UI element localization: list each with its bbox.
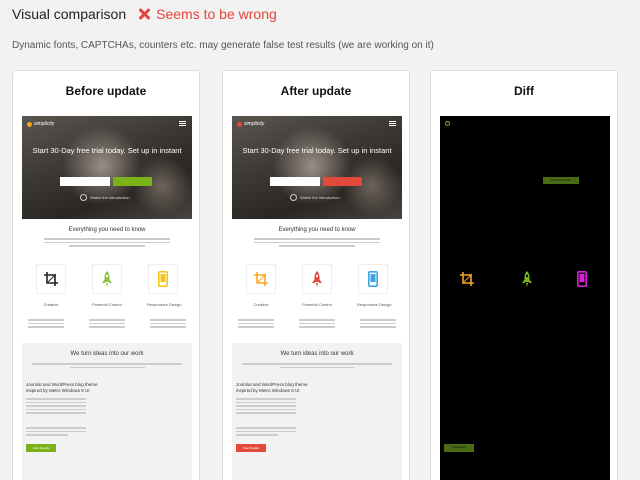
- feature-creative: Creative: [245, 264, 277, 307]
- cta-diff: Get Started today!: [543, 177, 579, 184]
- section-heading: Everything you need to know: [68, 227, 146, 233]
- hero-heading: Start 30-Day free trial today. Set up in…: [32, 146, 182, 155]
- rocket-icon: [302, 264, 332, 294]
- blog-title: Joomla! and WordPress blog theme inspired…: [26, 382, 98, 393]
- placeholder-text: [44, 238, 170, 249]
- rocket-icon: [520, 271, 534, 292]
- work-section: We turn ideas into our work Joomla! and …: [232, 343, 402, 480]
- panel-after: After update simplicity Start 30-Day fre…: [222, 70, 410, 480]
- screenshot-after[interactable]: simplicity Start 30-Day free trial today…: [232, 116, 402, 480]
- rocket-icon: [92, 264, 122, 294]
- screenshot-before[interactable]: simplicity Start 30-Day free trial today…: [22, 116, 192, 480]
- feature-responsive: Responsive Design: [357, 264, 391, 307]
- play-icon: [80, 194, 87, 201]
- crop-icon: [460, 272, 474, 291]
- panel-title: Before update: [65, 84, 147, 98]
- cta-button: [113, 177, 152, 186]
- comparison-header: Visual comparison Seems to be wrong: [12, 4, 277, 24]
- signup-form: [270, 177, 362, 186]
- hero-section: simplicity Start 30-Day free trial today…: [232, 116, 402, 219]
- hero-section: simplicity Start 30-Day free trial today…: [22, 116, 192, 219]
- status-badge: Seems to be wrong: [138, 6, 277, 22]
- page-title: Visual comparison: [12, 6, 127, 22]
- crop-icon: [246, 264, 276, 294]
- details-diff: View Details: [444, 444, 474, 452]
- phone-icon: [148, 264, 178, 294]
- email-field: [60, 177, 110, 186]
- phone-icon: [358, 264, 388, 294]
- play-icon: [290, 194, 297, 201]
- hero-heading: Start 30-Day free trial today. Set up in…: [242, 146, 392, 155]
- watch-link: Watch the introduction: [80, 194, 130, 201]
- site-logo: simplicity: [237, 121, 264, 127]
- feature-control: Powerful Control: [301, 264, 333, 307]
- signup-form: [60, 177, 152, 186]
- cta-button: [323, 177, 362, 186]
- watch-link: Watch the introduction: [290, 194, 340, 201]
- details-button: View Details: [26, 444, 56, 452]
- close-icon: [138, 8, 150, 20]
- menu-icon: [389, 121, 396, 126]
- disclaimer-note: Dynamic fonts, CAPTCHAs, counters etc. m…: [12, 40, 434, 51]
- email-field: [270, 177, 320, 186]
- feature-control: Powerful Control: [91, 264, 123, 307]
- logo-icon: [27, 121, 32, 127]
- work-section: We turn ideas into our work Joomla! and …: [22, 343, 192, 480]
- panel-diff: Diff Get Started today! View Details: [430, 70, 618, 480]
- screenshot-diff[interactable]: Get Started today! View Details: [440, 116, 610, 480]
- panel-before: Before update simplicity Start 30-Day fr…: [12, 70, 200, 480]
- logo-diff-icon: [445, 121, 450, 126]
- logo-icon: [237, 121, 242, 127]
- crop-icon: [36, 264, 66, 294]
- section-heading: We turn ideas into our work: [280, 351, 354, 357]
- blog-title: Joomla! and WordPress blog theme inspired…: [236, 382, 308, 393]
- site-logo: simplicity: [27, 121, 54, 127]
- status-text: Seems to be wrong: [156, 6, 277, 22]
- details-button: View Details: [236, 444, 266, 452]
- panel-title: Diff: [514, 84, 534, 98]
- section-heading: Everything you need to know: [278, 227, 356, 233]
- feature-creative: Creative: [35, 264, 67, 307]
- phone-icon: [577, 271, 587, 292]
- feature-responsive: Responsive Design: [147, 264, 181, 307]
- panel-title: After update: [280, 84, 352, 98]
- menu-icon: [179, 121, 186, 126]
- section-heading: We turn ideas into our work: [70, 351, 144, 357]
